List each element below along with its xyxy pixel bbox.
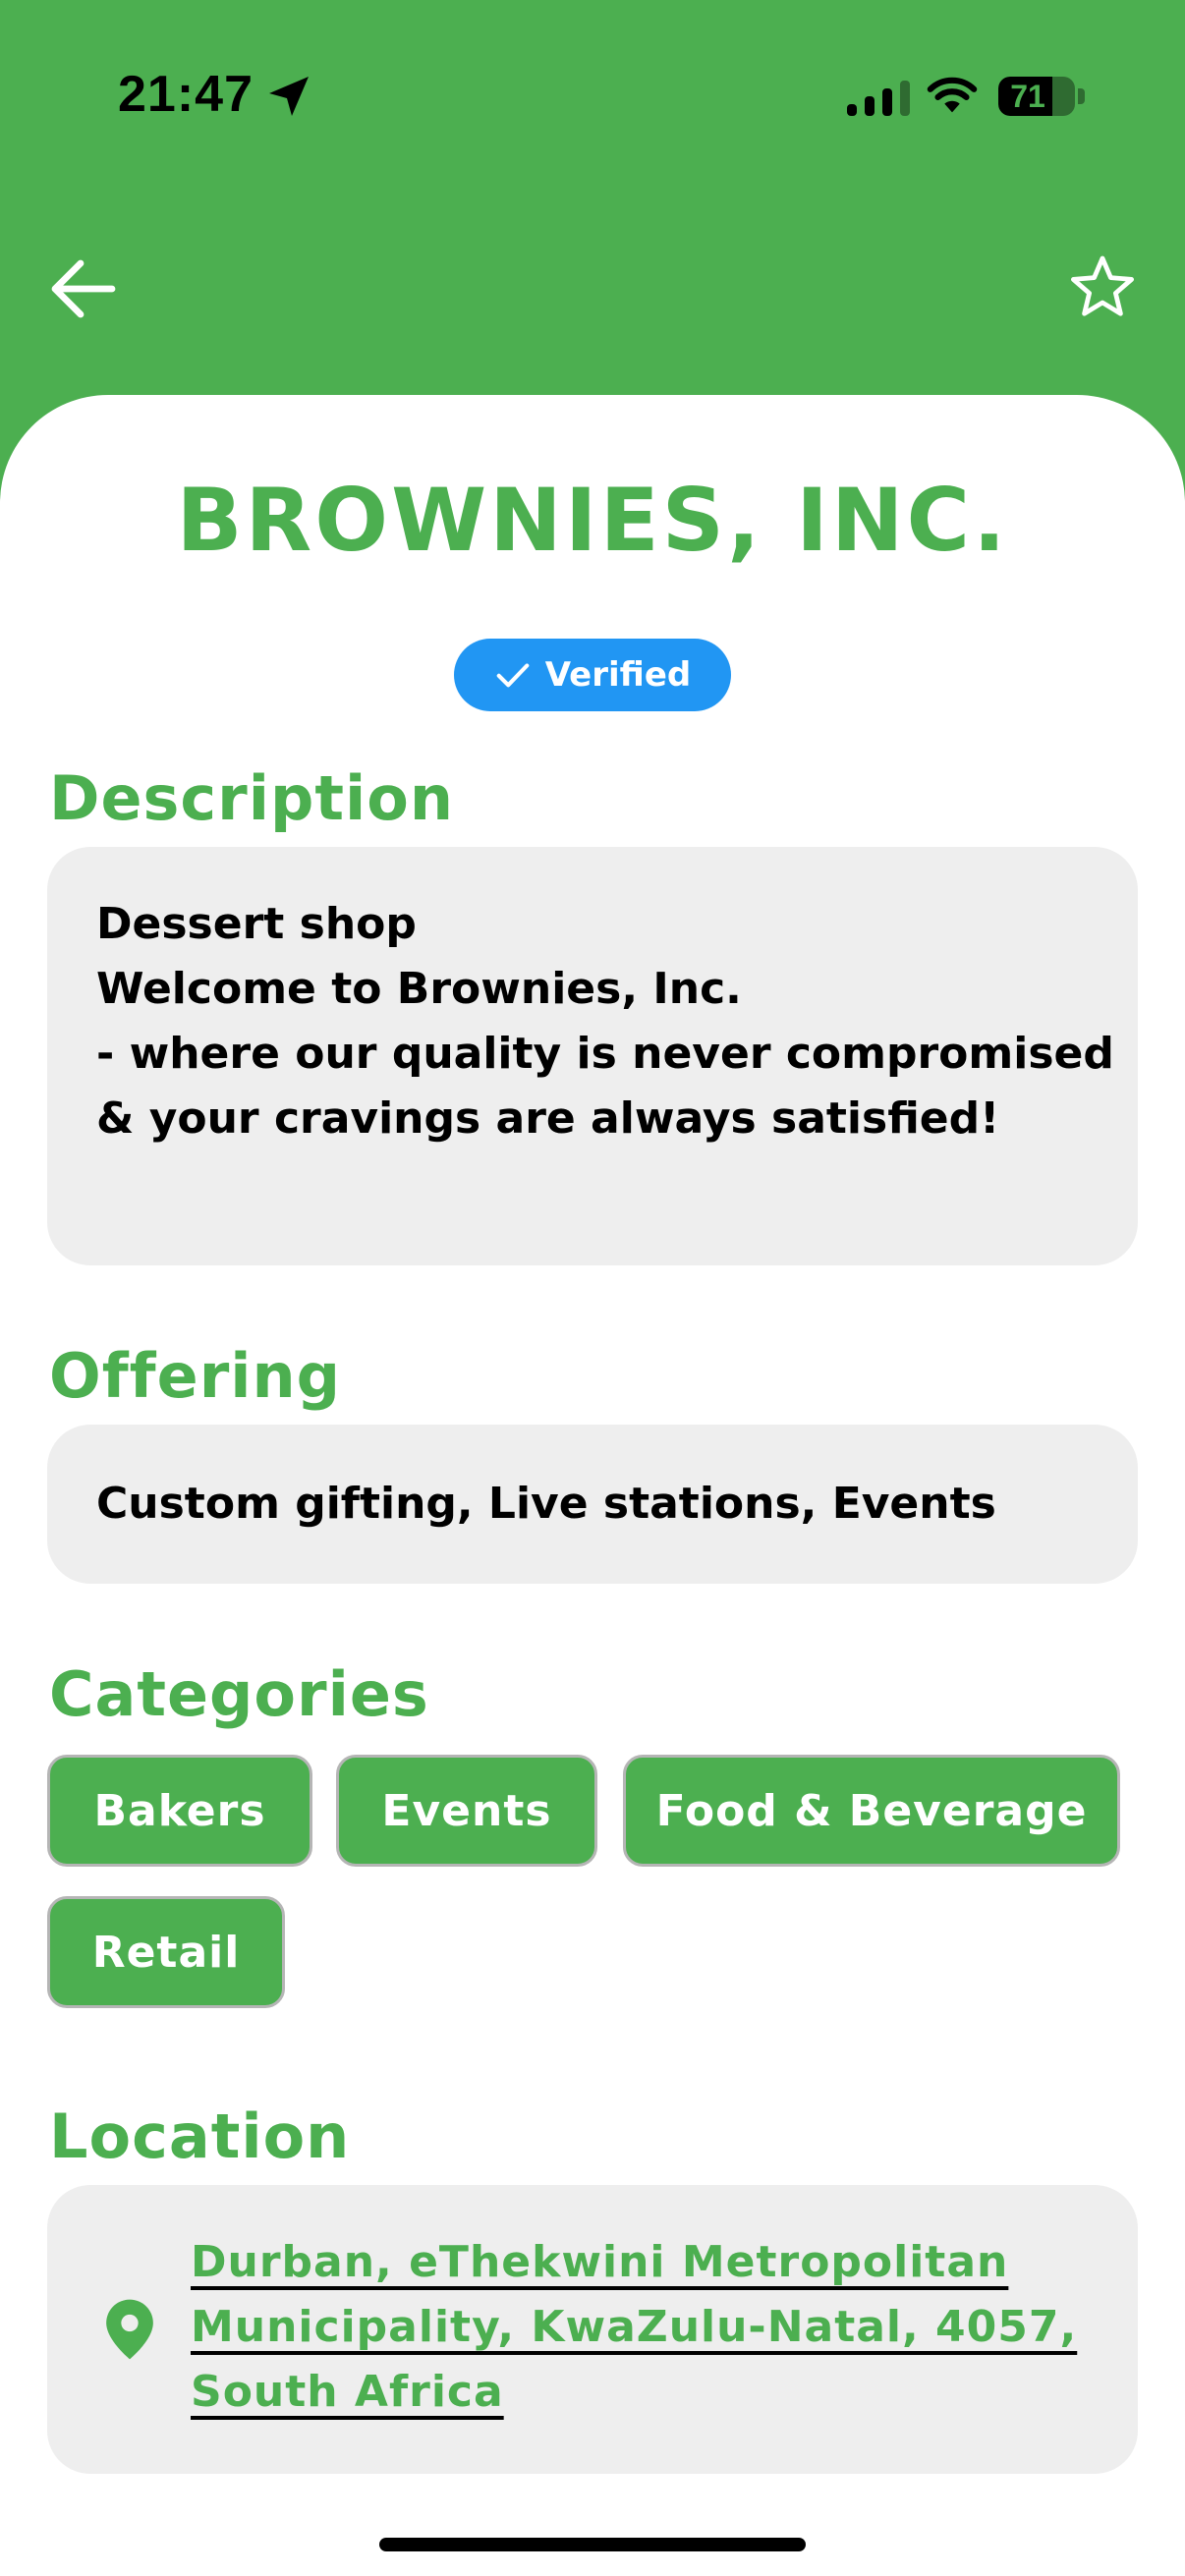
battery-level: 71 xyxy=(1010,79,1045,114)
battery-icon: 71 xyxy=(998,77,1075,116)
address-link[interactable]: Durban, eThekwini Metropolitan Municipal… xyxy=(191,2230,1095,2425)
description-heading: Description xyxy=(49,762,455,834)
battery-nub xyxy=(1078,88,1085,104)
category-chip-retail[interactable]: Retail xyxy=(47,1896,285,2008)
checkmark-icon xyxy=(496,663,530,688)
signal-icon xyxy=(847,81,910,116)
offering-text: Custom gifting, Live stations, Events xyxy=(96,1479,996,1529)
location-arrow-icon xyxy=(269,77,309,116)
home-indicator xyxy=(379,2538,806,2551)
map-pin-icon xyxy=(106,2299,153,2360)
category-chip-events[interactable]: Events xyxy=(336,1755,597,1867)
business-name: BROWNIES, INC. xyxy=(176,470,1009,571)
location-heading: Location xyxy=(49,2100,351,2172)
verified-badge: Verified xyxy=(454,639,731,711)
category-chip-food-beverage[interactable]: Food & Beverage xyxy=(623,1755,1120,1867)
back-arrow-icon[interactable] xyxy=(49,257,118,320)
category-chip-bakers[interactable]: Bakers xyxy=(47,1755,312,1867)
offering-heading: Offering xyxy=(49,1340,342,1412)
status-time: 21:47 xyxy=(118,66,254,123)
wifi-icon xyxy=(927,77,978,113)
description-text: Dessert shop Welcome to Brownies, Inc. -… xyxy=(96,899,1114,1144)
verified-label: Verified xyxy=(544,655,692,695)
categories-heading: Categories xyxy=(49,1658,429,1730)
star-outline-icon[interactable] xyxy=(1069,253,1136,320)
